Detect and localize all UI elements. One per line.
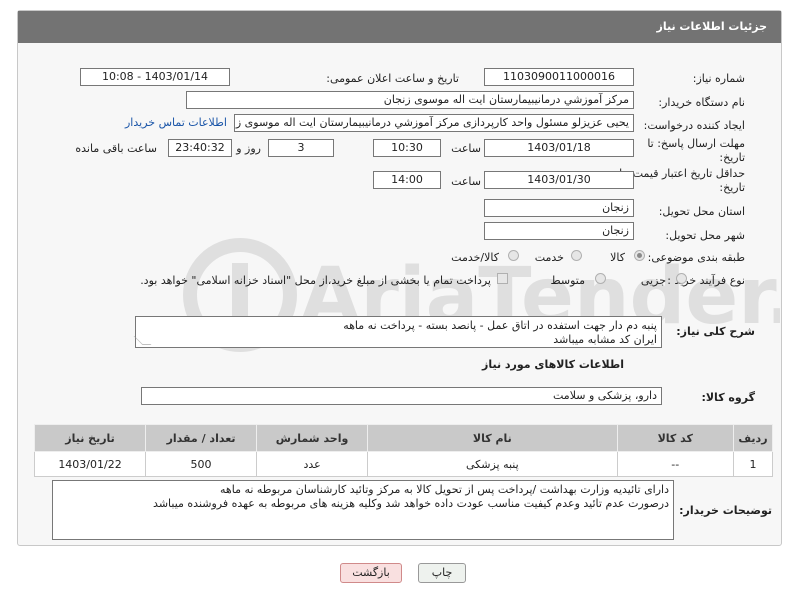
buyer-notes-textarea[interactable]: دارای تائیدیه وزارت بهداشت /پرداخت پس از… xyxy=(52,480,674,540)
validity-label: حداقل تاریخ اعتبار قیمت: تا xyxy=(619,167,745,180)
validity-time-label: ساعت xyxy=(451,175,481,188)
announce-label: تاریخ و ساعت اعلان عمومی: xyxy=(326,72,459,85)
buyer-org-label: نام دستگاه خریدار: xyxy=(658,96,745,109)
city-label: شهر محل تحویل: xyxy=(665,229,745,242)
process-option-minor: جزیی xyxy=(640,274,666,287)
goods-section-title: اطلاعات کالاهای مورد نیاز xyxy=(482,358,624,371)
col-row: ردیف xyxy=(732,424,774,452)
panel-title: جزئیات اطلاعات نیاز xyxy=(18,11,781,43)
buyer-notes-line-2: درصورت عدم تائید وعدم کیفیت مناسب عودت د… xyxy=(153,497,669,510)
cell-row: 1 xyxy=(732,451,774,477)
process-radio-medium[interactable] xyxy=(595,273,606,284)
description-textarea[interactable]: پنبه دم دار جهت استفده در اتاق عمل - پان… xyxy=(133,316,662,348)
col-name: نام کالا xyxy=(367,424,618,452)
reply-deadline-label-2: تاریخ: xyxy=(719,151,745,164)
category-radio-service[interactable] xyxy=(571,250,582,261)
description-label: شرح کلی نیاز: xyxy=(676,325,755,338)
col-need-date: تاریخ نیاز xyxy=(33,424,147,452)
province-field[interactable]: زنجان xyxy=(484,199,634,217)
days-remaining-field[interactable]: 3 xyxy=(268,139,334,157)
treasury-payment-note: پرداخت تمام یا بخشی از مبلغ خرید،از محل … xyxy=(140,274,491,287)
need-number-label: شماره نیاز: xyxy=(692,72,745,85)
validity-date-field[interactable]: 1403/01/30 xyxy=(484,171,634,189)
province-label: استان محل تحویل: xyxy=(658,205,745,218)
category-radio-goods-service[interactable] xyxy=(508,250,519,261)
cell-need-date: 1403/01/22 xyxy=(33,451,147,477)
back-button[interactable]: بازگشت xyxy=(340,563,402,583)
print-button[interactable]: چاپ xyxy=(418,563,466,583)
time-remaining-label: ساعت باقی مانده xyxy=(75,142,157,155)
time-remaining-field[interactable]: 23:40:32 xyxy=(168,139,232,157)
description-line-1: پنبه دم دار جهت استفده در اتاق عمل - پان… xyxy=(343,319,657,332)
category-option-goods-service: کالا/خدمت xyxy=(451,251,499,264)
col-quantity: تعداد / مقدار xyxy=(145,424,258,452)
description-line-2: ایران کد مشابه میباشد xyxy=(553,333,657,346)
reply-date-field[interactable]: 1403/01/18 xyxy=(484,139,634,157)
reply-time-label: ساعت xyxy=(451,142,481,155)
category-option-goods: کالا xyxy=(610,251,625,264)
process-option-medium: متوسط xyxy=(550,274,585,287)
category-option-service: خدمت xyxy=(534,251,564,264)
creator-label: ایجاد کننده درخواست: xyxy=(643,119,745,132)
days-label: روز و xyxy=(236,142,261,155)
city-field[interactable]: زنجان xyxy=(484,222,634,240)
need-number-field[interactable]: 1103090011000016 xyxy=(484,68,634,86)
cell-code: -- xyxy=(616,451,734,477)
cell-quantity: 500 xyxy=(145,451,258,477)
table-row[interactable]: 1 -- پنبه پزشکی عدد 500 1403/01/22 xyxy=(33,451,774,477)
announce-field[interactable]: 1403/01/14 - 10:08 xyxy=(80,68,230,86)
buyer-org-field[interactable]: مرکز آموزشي درمانيبيمارستان ايت اله موسو… xyxy=(186,91,634,109)
cell-unit: عدد xyxy=(256,451,369,477)
goods-group-label: گروه کالا: xyxy=(701,391,755,404)
reply-time-field[interactable]: 10:30 xyxy=(373,139,441,157)
validity-label-2: تاریخ: xyxy=(719,181,745,194)
process-radio-minor[interactable] xyxy=(676,273,687,284)
buyer-notes-line-1: دارای تائیدیه وزارت بهداشت /پرداخت پس از… xyxy=(220,483,669,496)
buyer-contact-link[interactable]: اطلاعات تماس خریدار xyxy=(125,116,227,129)
col-code: کد کالا xyxy=(616,424,734,452)
goods-group-field[interactable]: دارو، پزشکی و سلامت xyxy=(141,387,662,405)
buyer-notes-label: توضیحات خریدار: xyxy=(679,504,772,517)
cell-name: پنبه پزشکی xyxy=(367,451,618,477)
category-radio-goods[interactable] xyxy=(634,250,645,261)
col-unit: واحد شمارش xyxy=(256,424,369,452)
goods-table: ردیف کد کالا نام کالا واحد شمارش تعداد /… xyxy=(33,424,774,477)
treasury-payment-checkbox[interactable] xyxy=(497,273,508,284)
reply-deadline-label: مهلت ارسال پاسخ: تا xyxy=(647,137,745,150)
goods-table-header: ردیف کد کالا نام کالا واحد شمارش تعداد /… xyxy=(33,424,774,452)
creator-field[interactable]: یحیی عزیزلو مسئول واحد کارپردازی مرکز آم… xyxy=(234,114,634,132)
category-label: طبقه بندی موضوعی: xyxy=(647,251,745,264)
validity-time-field[interactable]: 14:00 xyxy=(373,171,441,189)
